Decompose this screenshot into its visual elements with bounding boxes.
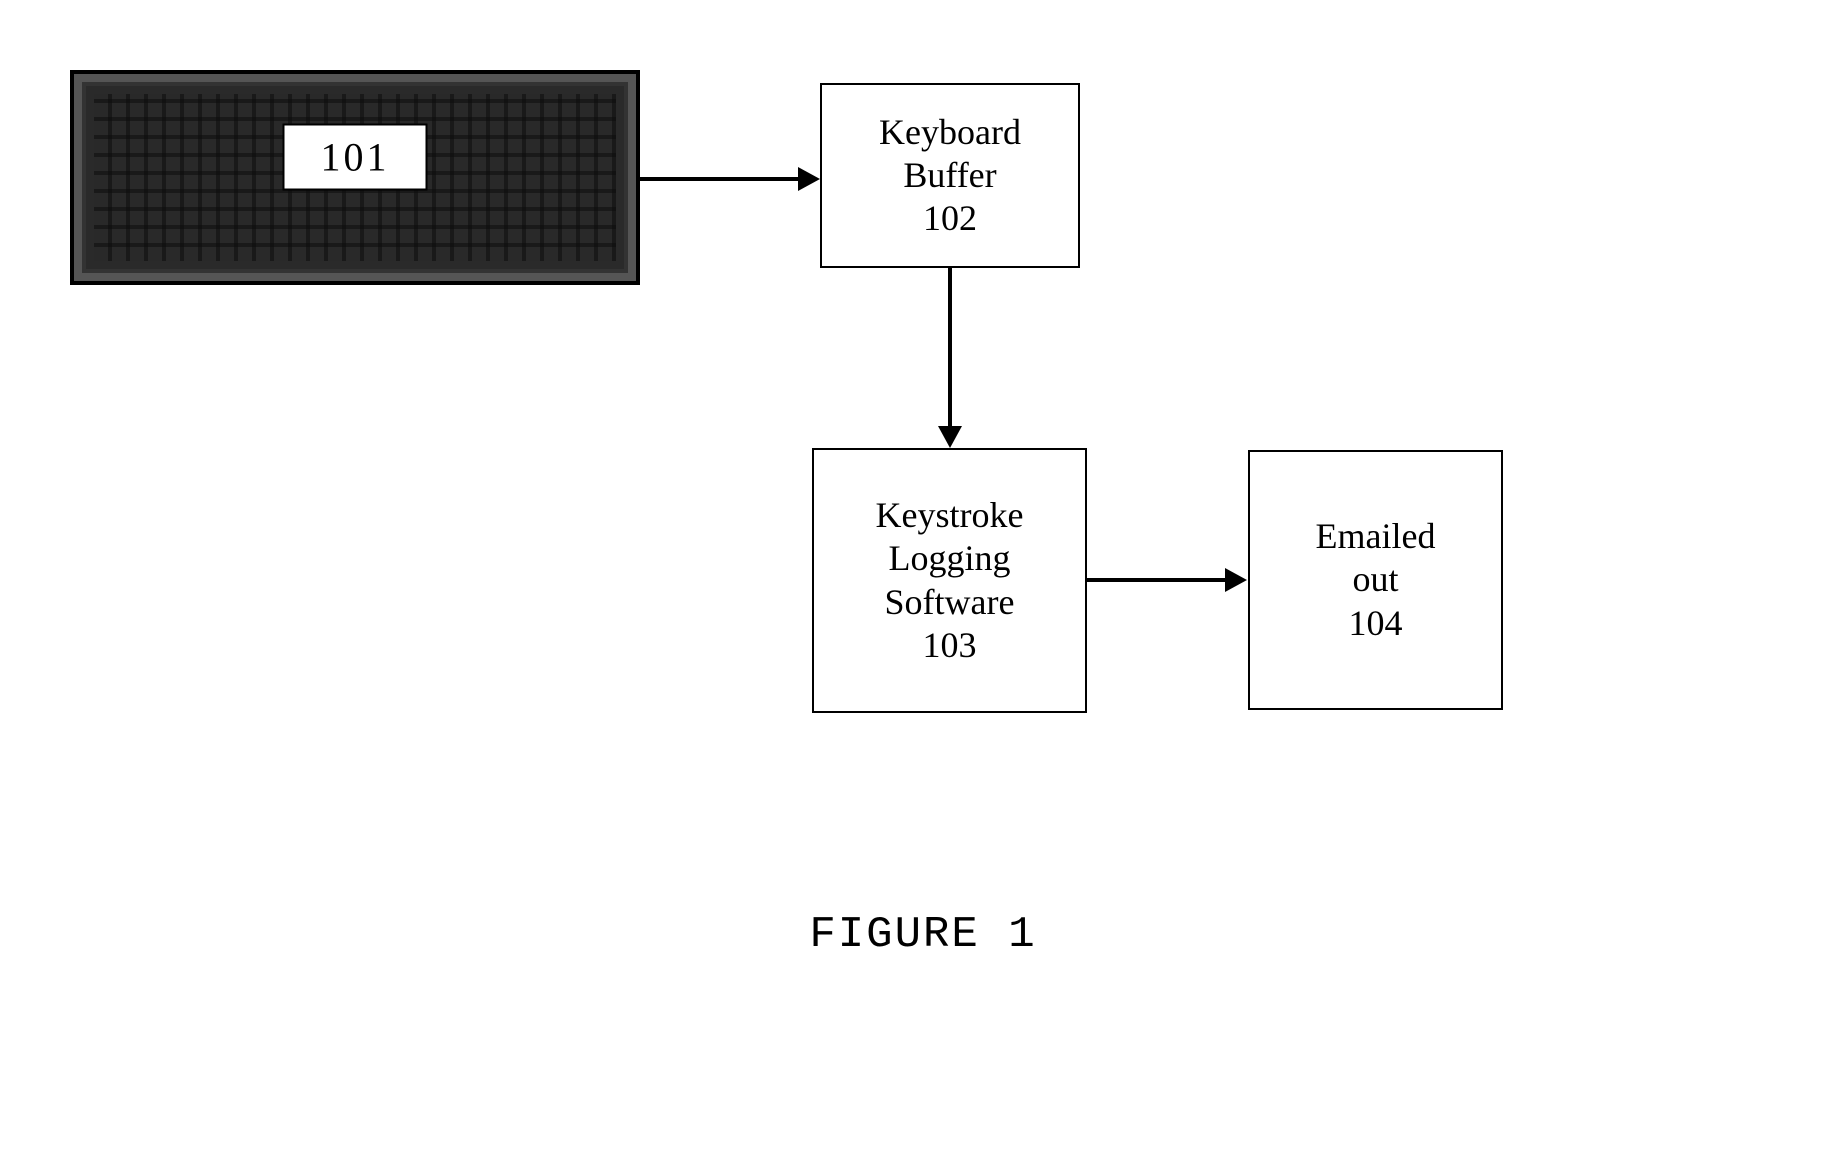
logger-line1: Keystroke: [876, 494, 1024, 537]
arrow-head-keyboard-to-buffer: [798, 167, 820, 191]
buffer-line1: Keyboard: [879, 111, 1021, 154]
node-keyboard-buffer: Keyboard Buffer 102: [820, 83, 1080, 268]
keyboard-ref-label: 101: [283, 123, 428, 190]
node-emailed-out: Emailed out 104: [1248, 450, 1503, 710]
keyboard-graphic: 101: [70, 70, 640, 285]
email-line2: out: [1352, 558, 1398, 601]
logger-ref: 103: [923, 624, 977, 667]
arrow-logger-to-email: [1087, 578, 1227, 582]
arrow-buffer-to-logger: [948, 268, 952, 428]
node-keystroke-logger: Keystroke Logging Software 103: [812, 448, 1087, 713]
arrow-keyboard-to-buffer: [640, 177, 800, 181]
logger-line2: Logging: [889, 537, 1011, 580]
arrow-head-logger-to-email: [1225, 568, 1247, 592]
email-line1: Emailed: [1316, 515, 1436, 558]
figure-caption: FIGURE 1: [0, 910, 1846, 960]
email-ref: 104: [1349, 602, 1403, 645]
buffer-line2: Buffer: [903, 154, 996, 197]
arrow-head-buffer-to-logger: [938, 426, 962, 448]
buffer-ref: 102: [923, 197, 977, 240]
logger-line3: Software: [885, 581, 1015, 624]
